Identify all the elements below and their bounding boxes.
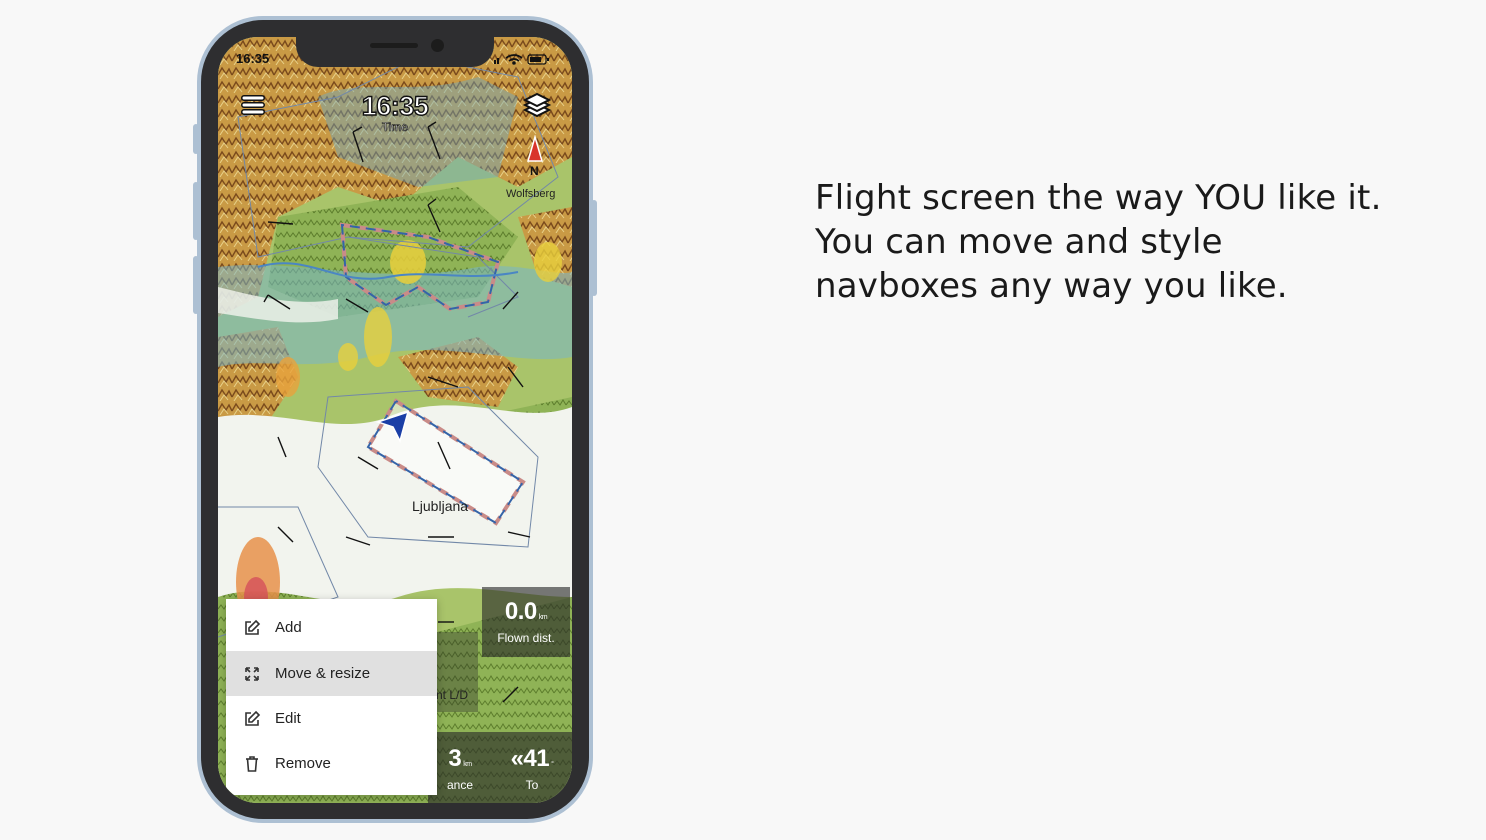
clock-label: Time	[381, 120, 409, 134]
menu-item-remove[interactable]: Remove	[226, 741, 437, 786]
menu-item-remove-label: Remove	[275, 755, 331, 772]
distance-unit: km	[463, 761, 472, 768]
menu-item-move-resize-label: Move & resize	[275, 665, 371, 682]
volume-up-button	[193, 182, 199, 240]
hamburger-menu-icon[interactable]	[240, 93, 266, 117]
status-icons	[494, 54, 549, 65]
battery-icon	[527, 54, 549, 65]
distance-navbox[interactable]: 3 km ance	[428, 732, 492, 803]
edit-icon	[245, 619, 261, 635]
clock-navbox[interactable]: 16:35 Time	[358, 90, 432, 134]
to-waypoint-navbox[interactable]: «41 ° To	[492, 732, 572, 803]
glide-ratio-label: nt L/D	[436, 688, 469, 702]
flown-distance-navbox[interactable]: 0.0 km Flown dist.	[482, 587, 570, 657]
distance-label: ance	[446, 778, 474, 792]
app-screen: 16:35 16:35 Time N Wolfsberg Ljubljana 0…	[218, 37, 572, 803]
to-waypoint-label: To	[525, 778, 539, 792]
place-label-wolfsberg: Wolfsberg	[506, 188, 556, 200]
menu-item-edit-label: Edit	[275, 710, 301, 727]
menu-item-add-label: Add	[275, 619, 302, 636]
power-button	[591, 200, 597, 296]
place-label-ljubljana: Ljubljana	[412, 498, 469, 514]
to-waypoint-value: «41	[510, 745, 550, 772]
compass-north-label: N	[530, 164, 539, 178]
signal-icon	[494, 58, 499, 64]
resize-icon	[245, 666, 259, 681]
layers-icon[interactable]	[522, 91, 552, 121]
menu-item-move-resize[interactable]: Move & resize	[226, 651, 437, 696]
status-bar-time: 16:35	[236, 51, 270, 66]
navbox-context-menu: Add Move & resize Edit Remove	[226, 599, 437, 795]
distance-value: 3	[448, 745, 462, 772]
clock-value: 16:35	[361, 90, 429, 121]
to-waypoint-unit: °	[551, 761, 554, 768]
menu-item-edit[interactable]: Edit	[226, 696, 437, 741]
edit-icon	[245, 710, 261, 726]
marketing-headline: Flight screen the way YOU like it. You c…	[815, 178, 1382, 306]
flown-distance-label: Flown dist.	[497, 631, 555, 645]
wifi-icon	[505, 54, 523, 65]
flown-distance-value: 0.0	[504, 598, 537, 625]
front-camera	[431, 39, 444, 52]
mute-switch	[193, 124, 199, 154]
menu-item-add[interactable]: Add	[226, 605, 437, 650]
phone-notch	[296, 37, 494, 67]
phone-speaker	[370, 43, 418, 48]
flown-distance-unit: km	[538, 614, 548, 621]
trash-icon	[246, 755, 258, 772]
volume-down-button	[193, 256, 199, 314]
